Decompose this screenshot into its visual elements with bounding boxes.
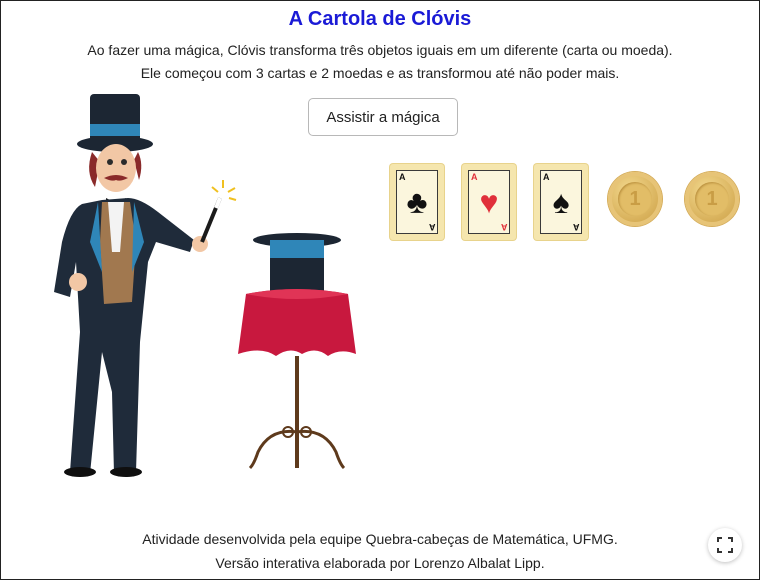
- coin-2: 1: [685, 172, 739, 226]
- coin-mark: 1: [706, 188, 718, 210]
- card-corner-label: A: [428, 222, 436, 232]
- magician-illustration: [54, 94, 237, 477]
- coin-mark: 1: [629, 188, 641, 210]
- card-clubs: A ♣ A: [390, 164, 444, 240]
- description-line-1: Ao fazer uma mágica, Clóvis transforma t…: [87, 42, 673, 58]
- description-line-2: Ele começou com 3 cartas e 2 moedas e as…: [140, 65, 620, 81]
- watch-magic-button[interactable]: Assistir a mágica: [308, 98, 458, 136]
- credits-line-2: Versão interativa elaborada por Lorenzo …: [215, 555, 545, 571]
- card-hearts: A ♥ A: [462, 164, 516, 240]
- clubs-icon: ♣: [406, 184, 428, 220]
- credits-line-1: Atividade desenvolvida pela equipe Quebr…: [142, 531, 618, 547]
- coin-1: 1: [608, 172, 662, 226]
- magic-table-illustration: [238, 233, 356, 470]
- card-corner-label: A: [500, 222, 508, 232]
- card-corner-label: A: [572, 222, 580, 232]
- fullscreen-button[interactable]: [708, 528, 742, 562]
- card-corner-label: A: [399, 172, 406, 182]
- card-spades: A ♠ A: [534, 164, 588, 240]
- card-corner-label: A: [471, 172, 478, 182]
- hearts-icon: ♥: [479, 184, 499, 220]
- page-title: A Cartola de Clóvis: [288, 8, 472, 30]
- spades-icon: ♠: [552, 184, 570, 220]
- card-corner-label: A: [543, 172, 550, 182]
- fullscreen-icon: [717, 537, 733, 553]
